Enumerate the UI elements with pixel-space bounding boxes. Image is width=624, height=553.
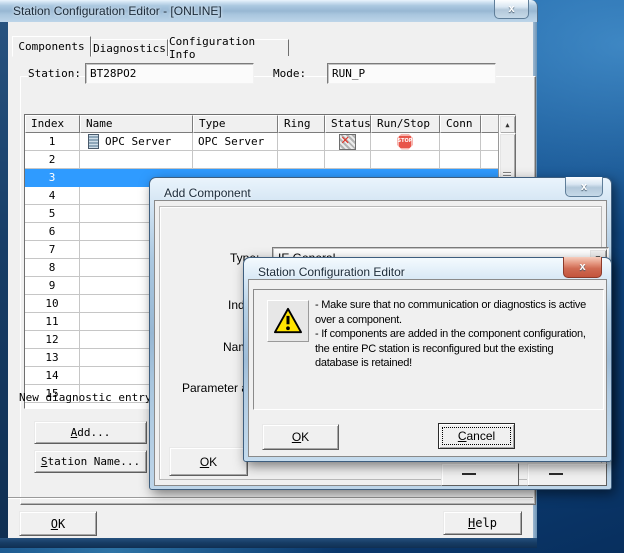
mode-label: Mode: <box>273 67 306 80</box>
message-line: database is retained! <box>315 356 586 371</box>
stop-icon: STOP <box>397 134 413 150</box>
mode-value: RUN_P <box>332 67 365 80</box>
message-box-client: - Make sure that no communication or dia… <box>248 279 607 457</box>
message-box-cancel-button[interactable]: Cancel <box>438 423 515 449</box>
message-line: over a component. <box>315 313 586 328</box>
main-ok-button[interactable]: OK <box>19 511 97 536</box>
cell-runstop: STOP <box>371 133 440 151</box>
window-border-bottom <box>0 538 537 548</box>
cell-index: 6 <box>25 223 80 241</box>
cell-name: OPC Server <box>80 133 193 151</box>
message-line: - Make sure that no communication or dia… <box>315 298 586 313</box>
cell-index: 11 <box>25 313 80 331</box>
add-component-ok-button[interactable]: OK <box>169 447 248 476</box>
column-header-index[interactable]: Index <box>25 115 80 133</box>
message-box: Station Configuration Editor x - Make su… <box>243 257 612 462</box>
separator-line <box>8 497 533 499</box>
server-icon <box>88 134 99 149</box>
cell-name <box>80 151 193 169</box>
cell-conn <box>440 151 481 169</box>
cell-index: 1 <box>25 133 80 151</box>
column-header-runstop[interactable]: Run/Stop <box>371 115 440 133</box>
message-box-close-button[interactable]: x <box>563 257 602 278</box>
tab-label: Components <box>18 40 84 53</box>
cell-status: ✕ <box>325 133 371 151</box>
tab-label: Diagnostics <box>93 42 166 55</box>
add-button[interactable]: Add... <box>34 421 147 444</box>
add-component-title: Add Component <box>164 186 251 200</box>
table-header: Index Name Type Ring Status Run/Stop Con… <box>25 115 515 133</box>
message-box-cancel-label: Cancel <box>439 429 514 443</box>
column-header-conn[interactable]: Conn <box>440 115 481 133</box>
cell-index: 12 <box>25 331 80 349</box>
station-field[interactable]: BT28PO2 <box>85 63 254 84</box>
station-label: Station: <box>28 67 81 80</box>
desktop: Station Configuration Editor - [ONLINE] … <box>0 0 624 553</box>
message-box-ok-button[interactable]: OK <box>262 424 339 450</box>
station-name-button-label: Station Name... <box>35 455 146 468</box>
cell-type <box>193 151 278 169</box>
cell-index: 3 <box>25 169 80 187</box>
cell-index: 14 <box>25 367 80 385</box>
cell-index: 7 <box>25 241 80 259</box>
scrollbar-up-arrow-icon[interactable]: ▲ <box>499 115 516 134</box>
main-window-title: Station Configuration Editor - [ONLINE] <box>13 4 222 18</box>
cell-ring <box>278 133 325 151</box>
tab-diagnostics[interactable]: Diagnostics <box>91 39 168 56</box>
cell-index: 10 <box>25 295 80 313</box>
cell-index: 2 <box>25 151 80 169</box>
message-content-box: - Make sure that no communication or dia… <box>253 289 604 410</box>
close-icon: x <box>581 181 587 193</box>
warning-tile <box>267 300 309 342</box>
main-close-button[interactable]: x <box>494 0 529 19</box>
partially-hidden-button[interactable] <box>441 463 519 486</box>
column-header-status[interactable]: Status <box>325 115 371 133</box>
cell-index: 13 <box>25 349 80 367</box>
cell-index: 4 <box>25 187 80 205</box>
warning-icon <box>273 307 303 335</box>
close-icon: x <box>579 261 585 273</box>
tab-label: Configuration Info <box>169 35 288 61</box>
mode-field[interactable]: RUN_P <box>327 63 496 84</box>
cell-runstop <box>371 151 440 169</box>
cell-index: 9 <box>25 277 80 295</box>
column-header-name[interactable]: Name <box>80 115 193 133</box>
column-header-type[interactable]: Type <box>193 115 278 133</box>
main-titlebar[interactable]: Station Configuration Editor - [ONLINE] <box>0 0 538 22</box>
cell-ring <box>278 151 325 169</box>
tab-components[interactable]: Components <box>12 36 91 57</box>
help-label: Help <box>444 516 521 530</box>
message-line: the entire PC station is reconfigured bu… <box>315 342 586 357</box>
message-text: - Make sure that no communication or dia… <box>315 298 586 371</box>
diagnostic-status-text: New diagnostic entry <box>19 391 151 404</box>
add-component-ok-label: OK <box>170 455 247 469</box>
message-line: - If components are added in the compone… <box>315 327 586 342</box>
close-icon: x <box>508 3 514 15</box>
message-box-title: Station Configuration Editor <box>258 265 405 279</box>
station-value: BT28PO2 <box>90 67 136 80</box>
help-button[interactable]: Help <box>443 511 522 535</box>
tab-configuration-info[interactable]: Configuration Info <box>168 39 289 56</box>
cell-conn <box>440 133 481 151</box>
window-border-left <box>0 22 8 538</box>
add-button-label: Add... <box>35 426 146 439</box>
table-row[interactable]: 1OPC ServerOPC Server✕STOP <box>25 133 515 151</box>
cell-index: 5 <box>25 205 80 223</box>
table-row[interactable]: 2 <box>25 151 515 169</box>
message-box-ok-label: OK <box>263 430 338 444</box>
broken-link-icon: ✕ <box>339 134 356 150</box>
column-header-ring[interactable]: Ring <box>278 115 325 133</box>
station-name-button[interactable]: Station Name... <box>34 450 147 473</box>
cell-status <box>325 151 371 169</box>
partially-hidden-button[interactable] <box>527 463 607 486</box>
cell-type: OPC Server <box>193 133 278 151</box>
cell-index: 8 <box>25 259 80 277</box>
main-ok-label: OK <box>20 517 96 531</box>
add-component-close-button[interactable]: x <box>565 177 603 197</box>
